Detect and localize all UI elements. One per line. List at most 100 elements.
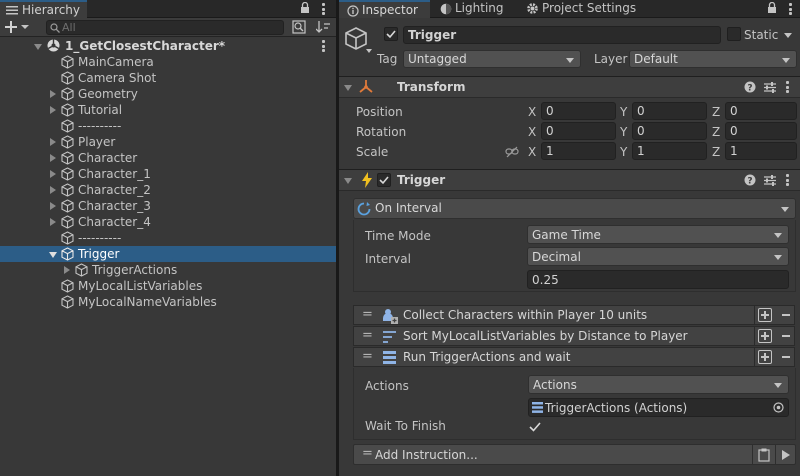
presets-icon[interactable]	[764, 175, 776, 186]
expand-arrow-icon[interactable]	[50, 202, 56, 210]
expand-arrow-icon[interactable]	[50, 218, 56, 226]
active-checkbox[interactable]	[384, 27, 398, 41]
add-instruction-button[interactable]: Add Instruction...	[375, 448, 478, 462]
event-dropdown[interactable]: On Interval	[353, 198, 796, 219]
scene-visibility-icon[interactable]	[292, 20, 306, 34]
hierarchy-item-label: ----------	[78, 231, 122, 245]
lock-icon[interactable]	[300, 2, 310, 14]
help-icon[interactable]: ?	[744, 81, 756, 93]
tab-project-settings[interactable]: Project Settings	[523, 0, 643, 18]
position-y-field[interactable]: 0	[632, 102, 707, 120]
time-mode-dropdown[interactable]: Game Time	[527, 225, 789, 244]
interval-value: 0.25	[532, 273, 559, 287]
hierarchy-item[interactable]: TriggerActions	[0, 262, 336, 278]
expand-arrow-icon[interactable]	[50, 186, 56, 194]
expand-arrow-icon[interactable]	[64, 266, 70, 274]
scene-more-icon[interactable]	[322, 40, 325, 52]
gameobject-icon	[61, 231, 74, 245]
tab-lighting[interactable]: Lighting	[437, 0, 517, 18]
gameobject-icon	[61, 55, 74, 69]
position-x-field[interactable]: 0	[541, 102, 616, 120]
layer-dropdown[interactable]: Default	[629, 50, 797, 68]
instruction-row[interactable]: = Collect Characters within Player 10 un…	[353, 305, 795, 325]
rotation-z-field[interactable]: 0	[725, 122, 797, 140]
gameobject-large-icon	[344, 26, 372, 54]
lock-icon[interactable]	[767, 2, 777, 14]
expand-arrow-icon[interactable]	[34, 44, 42, 50]
gameobject-icon	[75, 263, 88, 277]
component-menu-icon[interactable]	[786, 174, 789, 186]
scale-x-field[interactable]: 1	[541, 142, 616, 160]
hierarchy-item[interactable]: Character	[0, 150, 336, 166]
component-menu-icon[interactable]	[786, 81, 789, 93]
hierarchy-item[interactable]: Tutorial	[0, 102, 336, 118]
hierarchy-item[interactable]: Character_4	[0, 214, 336, 230]
hierarchy-item[interactable]: MyLocalNameVariables	[0, 294, 336, 310]
drag-handle-icon[interactable]: =	[362, 307, 373, 322]
scene-row[interactable]: 1_GetClosestCharacter*	[0, 38, 336, 54]
hierarchy-item[interactable]: ----------	[0, 118, 336, 134]
expand-arrow-icon[interactable]	[50, 106, 56, 114]
hierarchy-item[interactable]: MainCamera	[0, 54, 336, 70]
interval-type-dropdown[interactable]: Decimal	[527, 247, 789, 266]
insert-instruction-icon[interactable]	[758, 308, 772, 322]
help-icon[interactable]: ?	[744, 174, 756, 186]
drag-handle-icon[interactable]: =	[362, 349, 373, 364]
axis-y-label: Y	[620, 125, 628, 139]
scale-y-field[interactable]: 1	[632, 142, 707, 160]
more-options-icon[interactable]	[322, 3, 325, 15]
instruction-row[interactable]: = Run TriggerActions and wait	[353, 347, 795, 367]
hierarchy-item[interactable]: Camera Shot	[0, 70, 336, 86]
hierarchy-item[interactable]: MyLocalListVariables	[0, 278, 336, 294]
expand-arrow-icon[interactable]	[50, 90, 56, 98]
tab-hierarchy[interactable]: Hierarchy	[0, 0, 87, 18]
expand-arrow-icon[interactable]	[50, 170, 56, 178]
remove-instruction-icon[interactable]	[782, 314, 790, 316]
trigger-header[interactable]: Trigger ?	[339, 169, 800, 191]
hierarchy-item[interactable]: ----------	[0, 230, 336, 246]
expand-arrow-icon[interactable]	[50, 154, 56, 162]
hierarchy-item[interactable]: Player	[0, 134, 336, 150]
interval-value-field[interactable]: 0.25	[527, 270, 789, 289]
fold-arrow-icon[interactable]	[344, 178, 352, 184]
insert-instruction-icon[interactable]	[758, 329, 772, 343]
static-dropdown-icon[interactable]	[784, 33, 792, 38]
object-picker-icon[interactable]	[773, 402, 784, 413]
hierarchy-item[interactable]: Character_2	[0, 182, 336, 198]
object-name-field[interactable]: Trigger	[403, 26, 721, 44]
expand-arrow-icon[interactable]	[49, 252, 57, 258]
trigger-enabled-checkbox[interactable]	[377, 173, 391, 187]
transform-header[interactable]: Transform ?	[339, 76, 800, 98]
drag-handle-icon[interactable]: =	[362, 328, 373, 343]
tag-dropdown[interactable]: Untagged	[403, 50, 581, 68]
insert-instruction-icon[interactable]	[758, 350, 772, 364]
remove-instruction-icon[interactable]	[782, 335, 790, 337]
expand-arrow-icon[interactable]	[50, 138, 56, 146]
layer-value: Default	[634, 52, 678, 66]
rotation-x-field[interactable]: 0	[541, 122, 616, 140]
sort-icon[interactable]	[316, 20, 330, 34]
hierarchy-item[interactable]: Geometry	[0, 86, 336, 102]
scale-z-field[interactable]: 1	[725, 142, 797, 160]
static-checkbox[interactable]	[727, 27, 741, 41]
add-icon[interactable]	[5, 20, 29, 34]
wait-to-finish-checkbox[interactable]	[528, 420, 542, 434]
constrain-proportions-icon[interactable]	[505, 146, 519, 158]
hierarchy-item[interactable]: Character_3	[0, 198, 336, 214]
actions-type-dropdown[interactable]: Actions	[528, 375, 789, 394]
hierarchy-item[interactable]: Character_1	[0, 166, 336, 182]
time-mode-label: Time Mode	[365, 229, 431, 243]
tab-inspector[interactable]: Inspector	[339, 0, 430, 18]
presets-icon[interactable]	[764, 82, 776, 93]
position-z-field[interactable]: 0	[725, 102, 797, 120]
hierarchy-item-selected[interactable]: Trigger	[0, 246, 336, 262]
rotation-y-field[interactable]: 0	[632, 122, 707, 140]
instruction-row[interactable]: = Sort MyLocalListVariables by Distance …	[353, 326, 795, 346]
more-options-icon[interactable]	[789, 3, 792, 15]
remove-instruction-icon[interactable]	[782, 356, 790, 358]
actions-object-field[interactable]: TriggerActions (Actions)	[528, 398, 789, 417]
fold-arrow-icon[interactable]	[344, 85, 352, 91]
play-icon[interactable]	[782, 450, 790, 460]
paste-icon[interactable]	[758, 448, 770, 462]
hierarchy-search-input[interactable]: All	[46, 20, 284, 35]
